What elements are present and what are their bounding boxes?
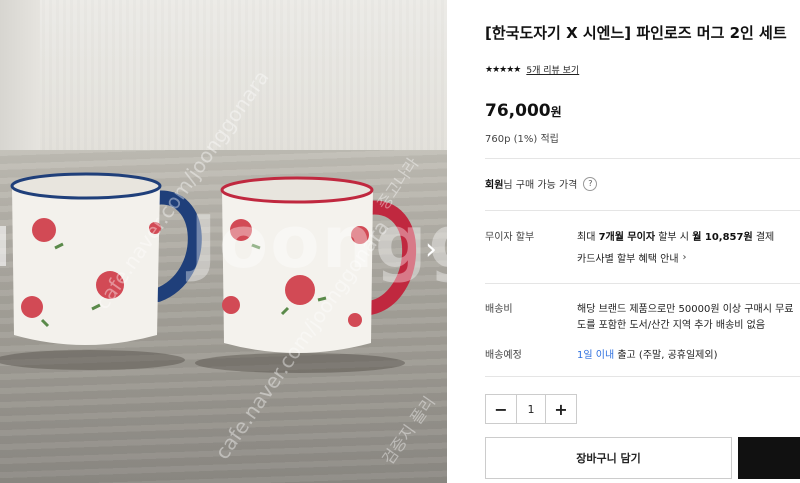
photo-pillar bbox=[0, 0, 40, 170]
mug-rim-blue bbox=[10, 172, 162, 200]
prev-image-indicator[interactable] bbox=[0, 226, 6, 266]
card-benefit-link[interactable]: 카드사별 할부 혜택 안내 › bbox=[577, 250, 687, 265]
divider bbox=[485, 283, 800, 284]
quantity-stepper: − 1 + bbox=[485, 394, 577, 424]
delivery-info: 1일 이내 출고 (주말, 공휴일제외) bbox=[577, 346, 717, 361]
shipping-line-1: 해당 브랜드 제품으로만 50000원 이상 구매시 무료 bbox=[577, 304, 794, 315]
price-value: 76,000 bbox=[485, 101, 551, 121]
shipping-line-2: 도를 포함한 도서/산간 지역 추가 배송비 없음 bbox=[577, 320, 766, 331]
add-to-cart-button[interactable]: 장바구니 담기 bbox=[485, 437, 732, 479]
mug-shadow-left bbox=[0, 350, 185, 370]
member-price-row: 회원님 구매 가능 가격 ? bbox=[485, 176, 598, 191]
next-image-button[interactable]: › bbox=[416, 228, 446, 270]
product-title: [한국도자기 X 시엔느] 파인로즈 머그 2인 세트 bbox=[485, 24, 787, 42]
shipping-label: 배송비 bbox=[485, 304, 513, 315]
card-benefit-label: 카드사별 할부 혜택 안내 bbox=[577, 254, 679, 265]
price-unit: 원 bbox=[550, 105, 562, 119]
watermark-text: Joongg bbox=[190, 200, 447, 284]
rose-icon bbox=[32, 218, 56, 242]
rose-icon bbox=[222, 296, 240, 314]
divider bbox=[485, 210, 800, 211]
divider bbox=[485, 376, 800, 377]
buy-now-button[interactable] bbox=[738, 437, 800, 479]
installment-monthly: 월 10,857원 bbox=[692, 232, 753, 243]
delivery-highlight: 1일 이내 bbox=[577, 350, 615, 361]
member-label-text: 님 구매 가능 가격 bbox=[503, 180, 578, 191]
help-icon[interactable]: ? bbox=[583, 176, 598, 191]
quantity-plus-button[interactable]: + bbox=[546, 395, 576, 423]
delivery-label: 배송예정 bbox=[485, 350, 522, 361]
installment-suffix: 결제 bbox=[752, 232, 775, 243]
delivery-text: 출고 (주말, 공휴일제외) bbox=[614, 350, 718, 361]
installment-label: 무이자 할부 bbox=[485, 232, 535, 243]
installment-info: 최대 7개월 무이자 할부 시 월 10,857원 결제 bbox=[577, 228, 774, 243]
review-link[interactable]: 5개 리뷰 보기 bbox=[526, 63, 579, 76]
product-info-panel: [한국도자기 X 시엔느] 파인로즈 머그 2인 세트 ★★★★★ 5개 리뷰 … bbox=[485, 0, 800, 483]
product-image[interactable]: Joongg cafe.naver.com/joonggonara cafe.n… bbox=[0, 0, 447, 483]
mug-rim-red bbox=[220, 176, 374, 204]
quantity-minus-button[interactable]: − bbox=[486, 395, 516, 423]
rating-row: ★★★★★ 5개 리뷰 보기 bbox=[485, 63, 579, 77]
star-rating-icon: ★★★★★ bbox=[485, 64, 521, 75]
points-info: 760p (1%) 적립 bbox=[485, 134, 559, 145]
chevron-right-icon: › bbox=[682, 252, 687, 263]
rose-icon bbox=[348, 313, 362, 327]
rose-icon bbox=[21, 296, 43, 318]
installment-mid: 할부 시 bbox=[655, 232, 693, 243]
chevron-right-icon: › bbox=[425, 231, 437, 267]
product-price: 76,000원 bbox=[485, 101, 562, 121]
installment-prefix: 최대 bbox=[577, 232, 599, 243]
divider bbox=[485, 158, 800, 159]
member-label-bold: 회원 bbox=[485, 180, 504, 191]
installment-months: 7개월 무이자 bbox=[598, 232, 656, 243]
quantity-value[interactable]: 1 bbox=[516, 395, 546, 423]
